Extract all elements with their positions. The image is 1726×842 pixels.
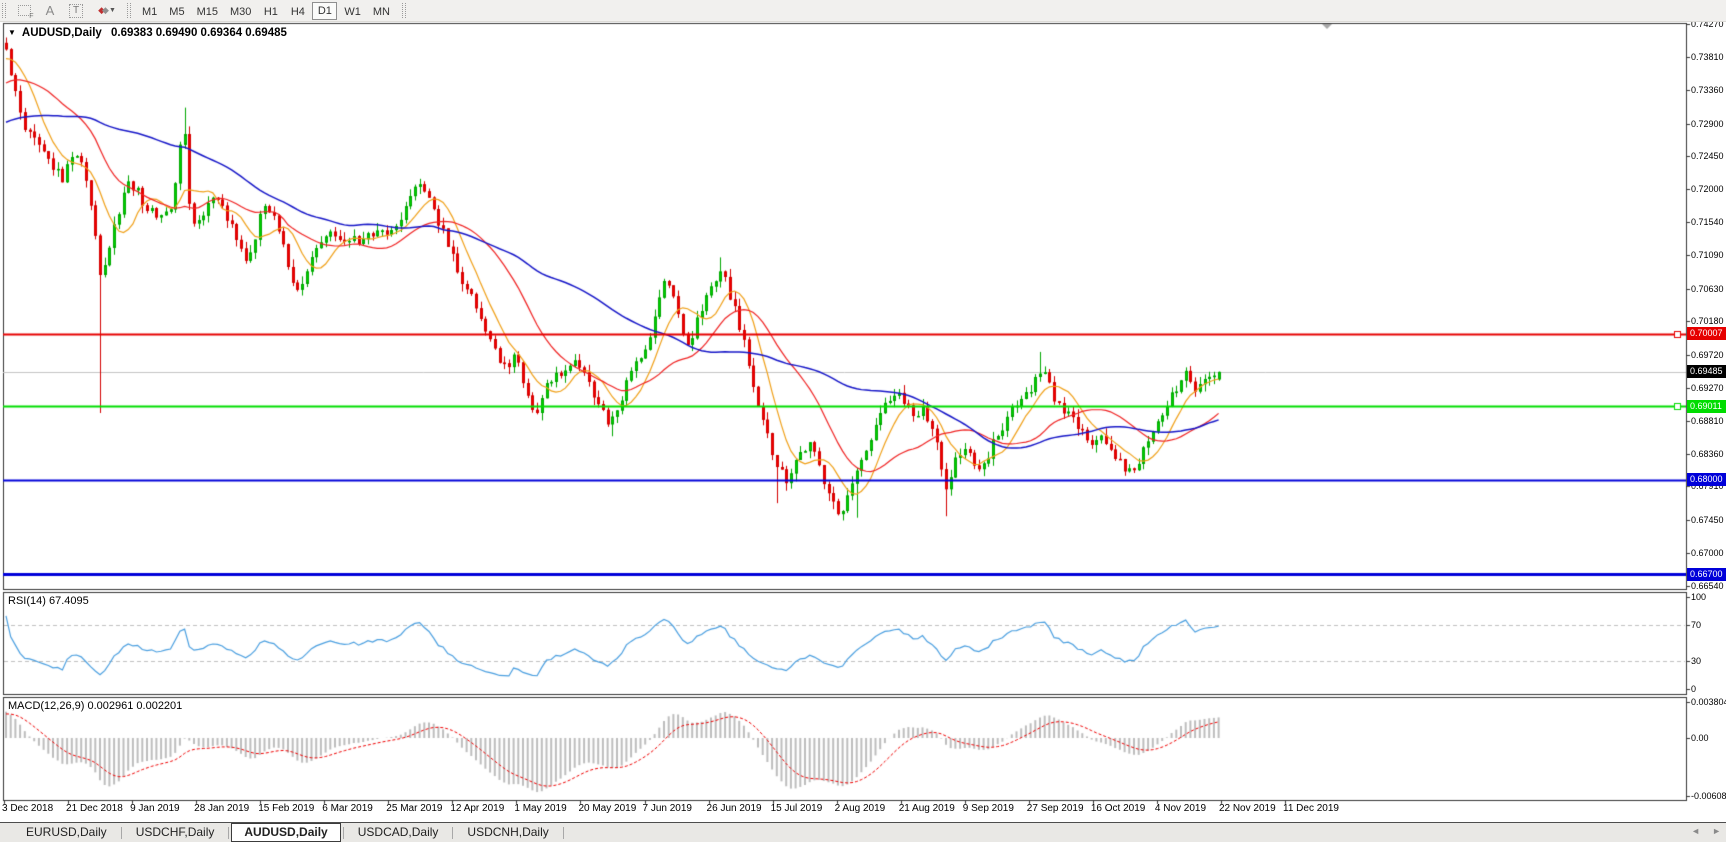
timeframe-button-h4[interactable]: H4 — [285, 2, 310, 20]
tab-eurusd[interactable]: EURUSD,Daily — [14, 823, 119, 842]
toolbar-grip[interactable] — [2, 3, 6, 18]
timeframe-button-m5[interactable]: M5 — [164, 2, 189, 20]
tab-separator — [228, 827, 229, 839]
tab-separator — [452, 827, 453, 839]
tab-usdcnh[interactable]: USDCNH,Daily — [455, 823, 560, 842]
font-a-icon[interactable]: A — [39, 2, 61, 20]
timeframe-buttons: M1M5M15M30H1H4D1W1MN — [136, 2, 396, 20]
timeframe-button-m15[interactable]: M15 — [192, 2, 223, 20]
dropdown-caret-icon: ▼ — [109, 7, 116, 14]
timeframe-button-w1[interactable]: W1 — [339, 2, 366, 20]
tab-audusd[interactable]: AUDUSD,Daily — [231, 823, 340, 842]
tab-scroll-right-icon[interactable]: ► — [1712, 826, 1721, 836]
chart-canvas[interactable] — [0, 0, 1726, 842]
tab-usdcad[interactable]: USDCAD,Daily — [346, 823, 451, 842]
timeframe-button-h1[interactable]: H1 — [258, 2, 283, 20]
text-label-glyph: T — [69, 4, 83, 18]
tab-scroll-arrows: ◄ ► — [1691, 826, 1721, 836]
toolbar-grip-3[interactable] — [402, 3, 406, 18]
top-toolbar: F A T ◆◆ ▼ M1M5M15M30H1H4D1W1MN — [0, 0, 1726, 22]
text-label-icon[interactable]: T — [65, 2, 87, 20]
arrow-styles-icon[interactable]: ◆◆ ▼ — [91, 2, 123, 20]
foreground-chart-icon[interactable]: F — [13, 2, 35, 20]
chart-tab-bar: EURUSD,Daily USDCHF,DailyAUDUSD,Daily USDC… — [0, 822, 1726, 842]
timeframe-button-d1[interactable]: D1 — [312, 2, 337, 20]
tab-scroll-left-icon[interactable]: ◄ — [1691, 826, 1700, 836]
foreground-chart-glyph: F — [18, 5, 31, 16]
tab-separator — [343, 827, 344, 839]
tab-separator — [563, 827, 564, 839]
tab-separator — [121, 827, 122, 839]
timeframe-button-mn[interactable]: MN — [368, 2, 395, 20]
arrow-styles-glyph: ◆◆ — [98, 5, 106, 16]
timeframe-button-m30[interactable]: M30 — [225, 2, 256, 20]
tab-usdchf[interactable]: USDCHF,Daily — [124, 823, 227, 842]
toolbar-grip-2[interactable] — [127, 3, 131, 18]
timeframe-button-m1[interactable]: M1 — [137, 2, 162, 20]
